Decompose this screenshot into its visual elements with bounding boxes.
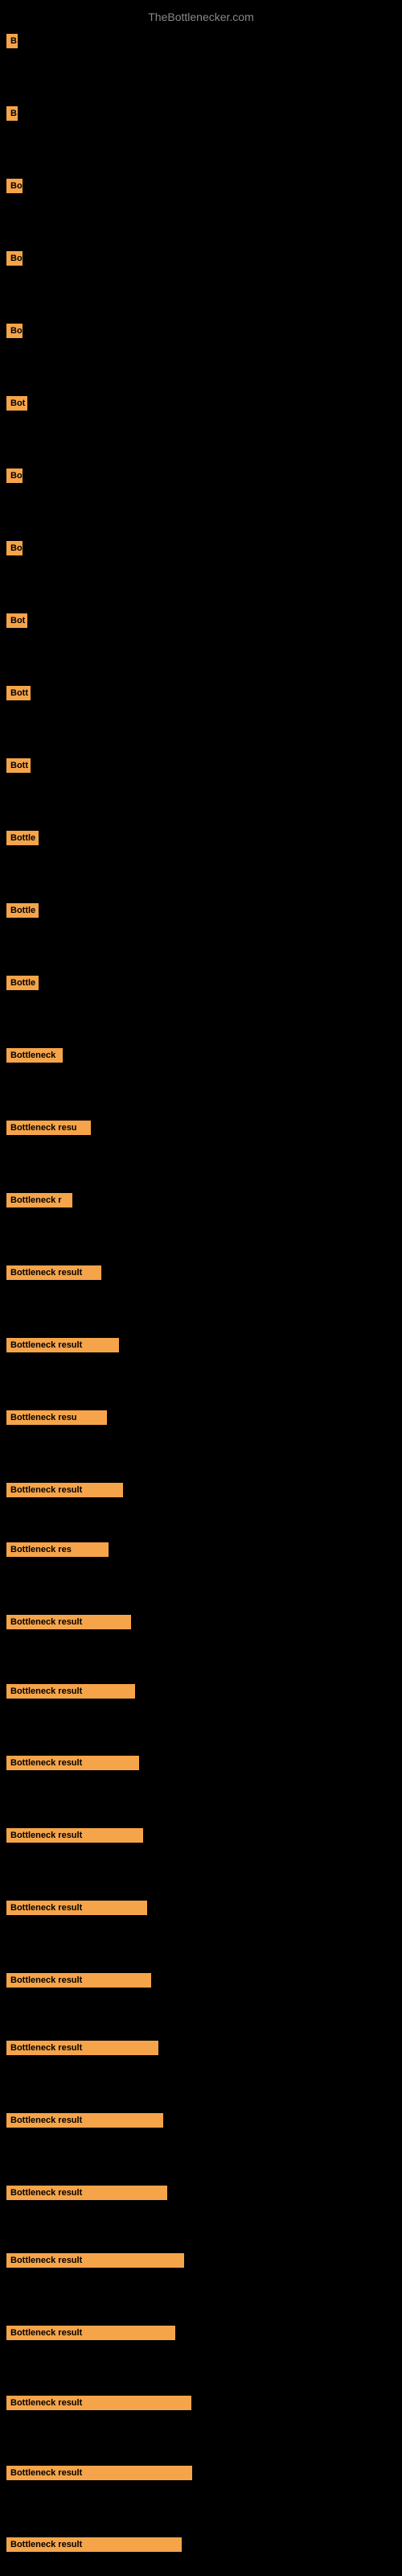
bar-label: Bot <box>6 396 27 411</box>
bar-row: Bottleneck result <box>0 1825 150 1850</box>
bar-row: Bottleneck result <box>0 2037 165 2062</box>
bar-label: Bo <box>6 469 23 483</box>
bar-row: Bottleneck resu <box>0 1407 113 1432</box>
bar-label: Bottleneck result <box>6 1828 143 1843</box>
bar-row: Bottleneck result <box>0 1897 154 1922</box>
bar-row: Bottleneck result <box>0 2462 199 2487</box>
bar-row: Bottleneck result <box>0 1970 158 1995</box>
bar-label: Bottle <box>6 976 39 990</box>
bar-row: Bottleneck result <box>0 2534 188 2559</box>
bar-label: B <box>6 34 18 48</box>
bar-row: Bot <box>0 393 34 418</box>
bar-row: Bottle <box>0 900 45 925</box>
bar-label: Bottleneck result <box>6 2396 191 2410</box>
bar-row: Bott <box>0 755 37 780</box>
bar-row: Bo <box>0 175 29 200</box>
bar-label: Bottleneck result <box>6 2326 175 2340</box>
bar-label: Bottleneck resu <box>6 1121 91 1135</box>
bar-label: B <box>6 106 18 121</box>
bar-row: Bottleneck result <box>0 1752 146 1777</box>
bar-label: Bottleneck r <box>6 1193 72 1208</box>
bar-row: Bottleneck result <box>0 1480 129 1505</box>
bar-label: Bottleneck result <box>6 1338 119 1352</box>
bar-label: Bo <box>6 179 23 193</box>
bar-row: Bottleneck result <box>0 2250 191 2275</box>
bar-label: Bot <box>6 613 27 628</box>
bar-row: Bottleneck result <box>0 1262 108 1287</box>
bar-label: Bottleneck result <box>6 1901 147 1915</box>
bar-label: Bottleneck result <box>6 1265 101 1280</box>
bar-label: Bott <box>6 686 31 700</box>
bar-row: Bottleneck result <box>0 1681 142 1706</box>
bar-label: Bottleneck result <box>6 1756 139 1770</box>
bar-label: Bottleneck resu <box>6 1410 107 1425</box>
bar-row: Bottleneck result <box>0 2182 174 2207</box>
bar-label: Bottleneck result <box>6 2537 182 2552</box>
bar-row: B <box>0 103 24 128</box>
bar-label: Bottleneck res <box>6 1542 109 1557</box>
bar-row: Bot <box>0 610 34 635</box>
bar-label: Bottleneck result <box>6 1483 123 1497</box>
bar-label: Bo <box>6 541 23 555</box>
bar-row: Bott <box>0 683 37 708</box>
bar-row: Bo <box>0 538 29 563</box>
bar-row: Bottleneck r <box>0 1190 79 1215</box>
bar-label: Bottleneck result <box>6 1973 151 1988</box>
bar-row: Bottle <box>0 828 45 852</box>
bar-label: Bottleneck result <box>6 1615 131 1629</box>
bar-label: Bottleneck result <box>6 2466 192 2480</box>
bar-row: Bottleneck result <box>0 1612 137 1637</box>
bar-label: Bottleneck result <box>6 2186 167 2200</box>
bar-label: Bo <box>6 324 23 338</box>
bar-label: Bottleneck result <box>6 2253 184 2268</box>
bar-row: Bo <box>0 320 29 345</box>
bar-row: Bo <box>0 248 29 273</box>
bar-label: Bo <box>6 251 23 266</box>
bar-label: Bottleneck result <box>6 1684 135 1699</box>
bar-row: Bottleneck result <box>0 1335 125 1360</box>
bar-row: Bottleneck resu <box>0 1117 97 1142</box>
bar-row: Bottle <box>0 972 45 997</box>
bar-row: Bottleneck result <box>0 2392 198 2417</box>
bar-row: Bo <box>0 465 29 490</box>
bar-row: B <box>0 31 24 56</box>
bar-label: Bottle <box>6 831 39 845</box>
bar-row: Bottleneck <box>0 1045 69 1070</box>
bar-row: Bottleneck result <box>0 2322 182 2347</box>
site-title: TheBottlenecker.com <box>0 4 402 30</box>
bar-label: Bottle <box>6 903 39 918</box>
bar-label: Bottleneck result <box>6 2041 158 2055</box>
bar-label: Bottleneck result <box>6 2113 163 2128</box>
bar-row: Bottleneck result <box>0 2110 170 2135</box>
bar-label: Bottleneck <box>6 1048 63 1063</box>
bar-row: Bottleneck res <box>0 1539 115 1564</box>
bar-label: Bott <box>6 758 31 773</box>
